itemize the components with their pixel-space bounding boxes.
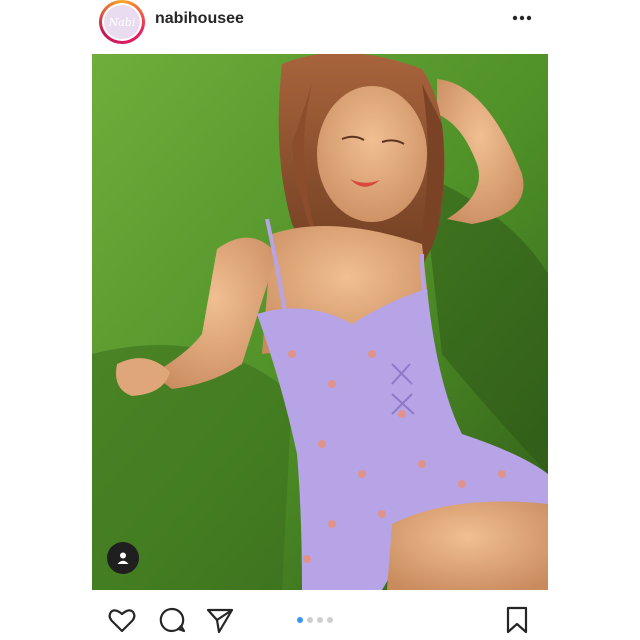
profile-avatar-ring[interactable]: Nabi: [99, 0, 145, 44]
person-icon: [117, 552, 129, 564]
carousel-dot-1[interactable]: [297, 617, 303, 623]
comment-icon[interactable]: [157, 605, 187, 635]
username-link[interactable]: nabihousee: [155, 10, 244, 28]
post-header: Nabi nabihousee: [0, 0, 640, 44]
user-tag-icon[interactable]: [107, 542, 139, 574]
post-photo[interactable]: [92, 54, 548, 590]
paper-plane-icon[interactable]: [205, 605, 235, 635]
heart-icon[interactable]: [107, 605, 137, 635]
carousel-indicator: [297, 617, 333, 623]
avatar-logo-text: Nabi: [108, 15, 136, 29]
bookmark-icon[interactable]: [502, 605, 532, 635]
carousel-dot-3[interactable]: [317, 617, 323, 623]
avatar[interactable]: Nabi: [102, 3, 142, 41]
carousel-dot-2[interactable]: [307, 617, 313, 623]
more-options-icon[interactable]: [510, 10, 534, 26]
carousel-dot-4[interactable]: [327, 617, 333, 623]
